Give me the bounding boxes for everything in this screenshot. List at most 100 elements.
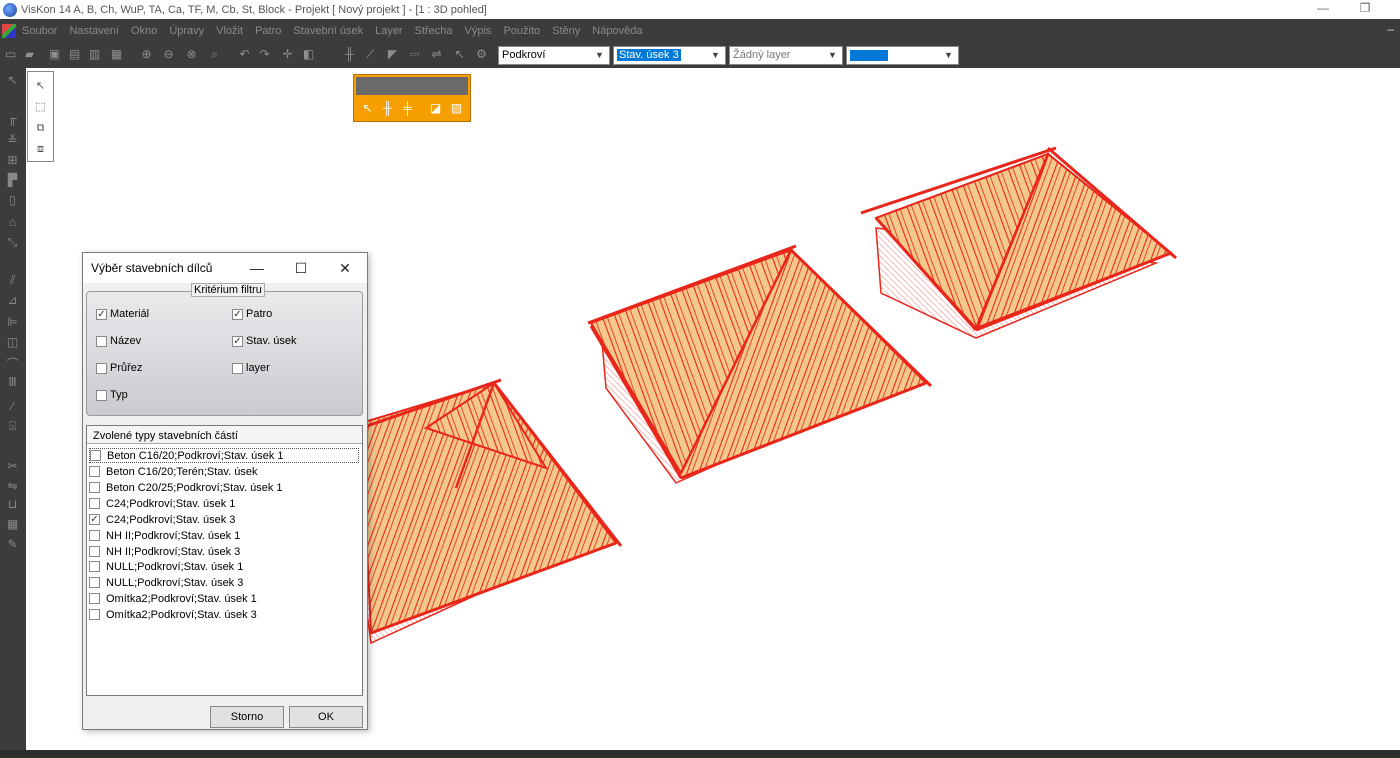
menu-nastaveni[interactable]: Nastavení bbox=[69, 25, 119, 37]
filter-material-checkbox[interactable]: ✓ Materiál bbox=[96, 308, 149, 320]
edit-icon[interactable]: ✎ bbox=[4, 536, 21, 553]
menu-vypis[interactable]: Výpis bbox=[465, 25, 492, 37]
save-icon[interactable]: ▣ bbox=[46, 46, 63, 63]
list-item[interactable]: Omítka2;Podkroví;Stav. úsek 3 bbox=[89, 607, 359, 622]
chevron-down-icon[interactable]: ▼ bbox=[828, 47, 840, 64]
ceiling-icon[interactable]: ▛ bbox=[4, 172, 21, 189]
railing-icon[interactable]: Ⅲ bbox=[4, 374, 21, 391]
undo-icon[interactable]: ↶ bbox=[236, 46, 253, 63]
dialog-close-button[interactable]: ✕ bbox=[330, 257, 360, 279]
checkbox-box[interactable] bbox=[89, 466, 100, 477]
dialog-minimize-button[interactable]: — bbox=[242, 257, 272, 279]
stair-icon[interactable]: ⊿ bbox=[4, 292, 21, 309]
measure-icon[interactable]: ⊔ bbox=[4, 496, 21, 513]
menu-vlozit[interactable]: Vložit bbox=[216, 25, 243, 37]
line-icon[interactable]: ⎓ bbox=[406, 46, 423, 63]
list-item[interactable]: C24;Podkroví;Stav. úsek 1 bbox=[89, 496, 359, 511]
wall-icon[interactable]: ╓ bbox=[4, 110, 21, 127]
pointer-icon[interactable]: ↖ bbox=[4, 72, 21, 89]
hatch-icon[interactable]: ⫽ bbox=[4, 272, 21, 289]
print-preview-icon[interactable]: ▥ bbox=[86, 46, 103, 63]
menu-upravy[interactable]: Úpravy bbox=[169, 25, 204, 37]
chevron-down-icon[interactable]: ▼ bbox=[944, 47, 956, 64]
menu-pouzito[interactable]: Použito bbox=[503, 25, 540, 37]
checkbox-box[interactable] bbox=[90, 450, 101, 461]
frame-icon[interactable]: ╫ bbox=[341, 46, 358, 63]
floating-toolbar-caption[interactable] bbox=[356, 77, 468, 95]
menu-steny[interactable]: Stěny bbox=[552, 25, 580, 37]
arc-icon[interactable]: ⌒ bbox=[4, 356, 21, 373]
trim-icon[interactable]: ⟋ bbox=[362, 46, 379, 63]
move-icon[interactable]: ✛ bbox=[279, 46, 296, 63]
list-item[interactable]: Beton C16/20;Podkroví;Stav. úsek 1 bbox=[89, 448, 359, 463]
roof-edit-icon[interactable]: ◪ bbox=[428, 100, 443, 116]
beam-icon[interactable]: ⊫ bbox=[4, 314, 21, 331]
menu-stavebni-usek[interactable]: Stavební úsek bbox=[293, 25, 363, 37]
checkbox-box[interactable] bbox=[89, 482, 100, 493]
cut-icon[interactable]: ✂ bbox=[4, 458, 21, 475]
menu-patro[interactable]: Patro bbox=[255, 25, 281, 37]
filter-name-checkbox[interactable]: Název bbox=[96, 335, 141, 347]
checkbox-box[interactable] bbox=[89, 609, 100, 620]
checkbox-box[interactable] bbox=[89, 577, 100, 588]
new-file-icon[interactable]: ▭ bbox=[2, 46, 19, 63]
slash-icon[interactable]: ∕ bbox=[4, 398, 21, 415]
checkbox-box[interactable] bbox=[89, 530, 100, 541]
filter-profile-checkbox[interactable]: Průřez bbox=[96, 362, 142, 374]
house-icon[interactable]: ⌂ bbox=[4, 214, 21, 231]
floor-select[interactable]: Podkroví ▼ bbox=[498, 46, 610, 65]
roof-model-3[interactable] bbox=[860, 146, 1177, 339]
select-copy-icon[interactable]: ⧉ bbox=[32, 120, 49, 137]
color-select[interactable]: ▼ bbox=[846, 46, 959, 65]
list-item[interactable]: NH II;Podkroví;Stav. úsek 1 bbox=[89, 528, 359, 543]
zoom-all-icon[interactable]: ⌕ bbox=[206, 46, 223, 63]
grid-icon[interactable]: ▦ bbox=[4, 516, 21, 533]
chevron-down-icon[interactable]: ▼ bbox=[711, 47, 723, 64]
filter-floor-checkbox[interactable]: ✓ Patro bbox=[232, 308, 272, 320]
checkbox-box[interactable]: ✓ bbox=[89, 514, 100, 525]
document-icon[interactable] bbox=[2, 23, 16, 38]
filter-layer-checkbox[interactable]: layer bbox=[232, 362, 270, 374]
pointer-icon[interactable]: ↖ bbox=[360, 100, 375, 116]
minimize-window-button[interactable]: — bbox=[1300, 0, 1346, 19]
window-icon[interactable]: ⊞ bbox=[4, 152, 21, 169]
list-item[interactable]: ✓ C24;Podkroví;Stav. úsek 3 bbox=[89, 512, 359, 527]
rafter-icon[interactable]: ╫ bbox=[380, 100, 395, 116]
list-item[interactable]: Beton C16/20;Terén;Stav. úsek bbox=[89, 464, 359, 479]
menu-soubor[interactable]: Soubor bbox=[22, 25, 57, 37]
list-item[interactable]: NULL;Podkroví;Stav. úsek 1 bbox=[89, 559, 359, 574]
purlin-icon[interactable]: ╪ bbox=[400, 100, 415, 116]
open-folder-icon[interactable]: ▰ bbox=[21, 46, 38, 63]
checkbox-box[interactable] bbox=[96, 335, 107, 347]
floating-toolbar[interactable]: ↖ ╫ ╪ ◪ ▨ bbox=[353, 74, 471, 122]
mirror-icon[interactable]: ⇋ bbox=[4, 478, 21, 495]
dialog-maximize-button[interactable]: ☐ bbox=[286, 257, 316, 279]
menu-strecha[interactable]: Střecha bbox=[415, 25, 453, 37]
restore-window-button[interactable]: ❐ bbox=[1342, 0, 1388, 19]
filter-section-checkbox[interactable]: ✓ Stav. úsek bbox=[232, 335, 297, 347]
print-icon[interactable]: ▦ bbox=[108, 46, 125, 63]
menu-okno[interactable]: Okno bbox=[131, 25, 157, 37]
checkbox-box[interactable] bbox=[232, 362, 243, 374]
select-layer-icon[interactable]: ⧈ bbox=[32, 141, 49, 158]
properties-icon[interactable]: ⚙ bbox=[473, 46, 490, 63]
checkbox-box[interactable]: ✓ bbox=[232, 308, 243, 320]
menu-layer[interactable]: Layer bbox=[375, 25, 403, 37]
door-icon[interactable]: ▯ bbox=[4, 192, 21, 209]
dimension-icon[interactable]: ⇌ bbox=[428, 46, 445, 63]
dialog-titlebar[interactable]: Výběr stavebních dílců — ☐ ✕ bbox=[83, 253, 367, 283]
chevron-down-icon[interactable]: ▼ bbox=[595, 47, 607, 64]
section-select[interactable]: Stav. úsek 3 ▼ bbox=[613, 46, 726, 65]
list-item[interactable]: Beton C20/25;Podkroví;Stav. úsek 1 bbox=[89, 480, 359, 495]
tool-icon[interactable]: ⤡ bbox=[4, 234, 21, 251]
checkbox-box[interactable] bbox=[89, 593, 100, 604]
roof-delete-icon[interactable]: ▨ bbox=[449, 100, 464, 116]
roof-icon[interactable]: ≚ bbox=[4, 132, 21, 149]
list-item[interactable]: Omítka2;Podkroví;Stav. úsek 1 bbox=[89, 591, 359, 606]
checkbox-box[interactable] bbox=[89, 498, 100, 509]
redo-icon[interactable]: ↷ bbox=[256, 46, 273, 63]
select-arrow-icon[interactable]: ↖ bbox=[451, 46, 468, 63]
checkbox-box[interactable] bbox=[89, 546, 100, 557]
checkbox-box[interactable] bbox=[89, 561, 100, 572]
zoom-window-icon[interactable]: ⊗ bbox=[183, 46, 200, 63]
